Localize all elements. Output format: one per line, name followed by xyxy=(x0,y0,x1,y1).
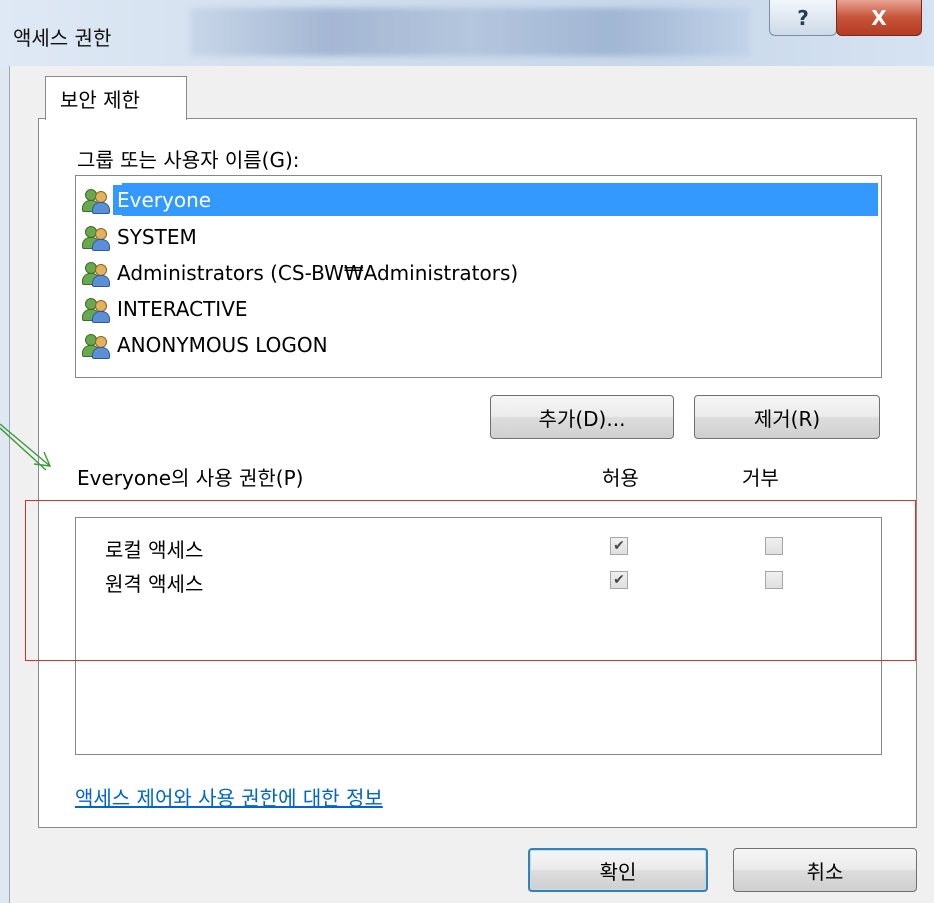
list-item-label: SYSTEM xyxy=(117,225,197,249)
window-frame-left xyxy=(0,66,10,903)
cancel-button[interactable]: 취소 xyxy=(733,848,917,892)
add-button[interactable]: 추가(D)... xyxy=(490,395,674,439)
selection-highlight xyxy=(122,183,878,216)
green-arrow-icon xyxy=(0,423,52,471)
group-or-user-names-label: 그룹 또는 사용자 이름(G): xyxy=(77,148,300,172)
access-control-info-link[interactable]: 액세스 제어와 사용 권한에 대한 정보 xyxy=(75,782,383,811)
list-item[interactable]: INTERACTIVE xyxy=(81,292,252,326)
users-group-icon xyxy=(81,187,111,214)
question-icon: ? xyxy=(797,5,809,30)
users-group-icon xyxy=(81,332,111,359)
list-item-label: Administrators (CS-BW₩Administrators) xyxy=(117,261,519,285)
users-group-icon xyxy=(81,260,111,287)
title-bar[interactable]: 액세스 권한 ? X xyxy=(0,0,934,66)
list-item[interactable]: Administrators (CS-BW₩Administrators) xyxy=(81,256,522,290)
blurred-title-region xyxy=(190,8,750,56)
close-button[interactable]: X xyxy=(836,0,922,36)
allow-column-header: 허용 xyxy=(602,466,639,490)
highlight-box xyxy=(25,500,916,661)
window-title: 액세스 권한 xyxy=(13,26,112,50)
list-item[interactable]: ANONYMOUS LOGON xyxy=(81,328,332,362)
list-item-label: ANONYMOUS LOGON xyxy=(117,333,328,357)
close-icon: X xyxy=(871,5,887,30)
list-item[interactable]: Everyone xyxy=(81,183,216,217)
remove-button[interactable]: 제거(R) xyxy=(694,395,880,439)
list-item-label: Everyone xyxy=(113,185,216,215)
list-item-label: INTERACTIVE xyxy=(117,297,248,321)
users-group-icon xyxy=(81,296,111,323)
list-item[interactable]: SYSTEM xyxy=(81,220,201,254)
access-permissions-dialog: 액세스 권한 ? X 보안 제한 그룹 또는 사용자 이름(G): Everyo… xyxy=(0,0,934,903)
tab-security-limits[interactable]: 보안 제한 xyxy=(45,76,187,120)
permissions-label: Everyone의 사용 권한(P) xyxy=(77,466,304,490)
help-button[interactable]: ? xyxy=(769,0,837,36)
deny-column-header: 거부 xyxy=(742,466,779,490)
ok-button[interactable]: 확인 xyxy=(528,848,708,892)
users-group-icon xyxy=(81,224,111,251)
